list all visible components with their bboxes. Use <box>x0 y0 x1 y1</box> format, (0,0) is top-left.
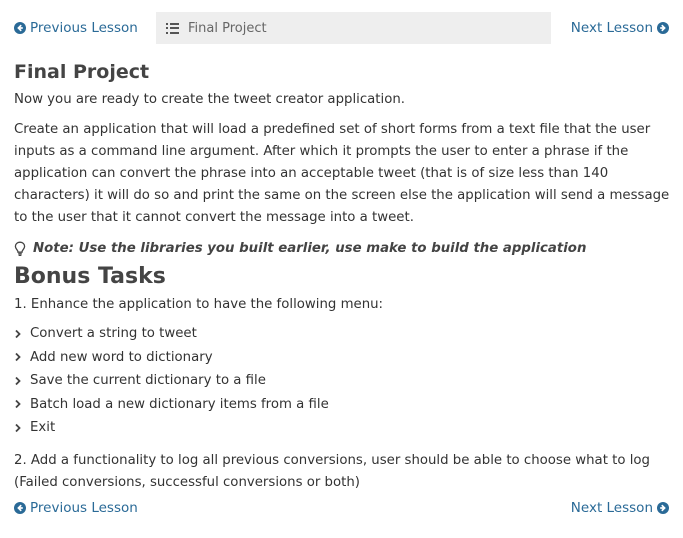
next-lesson-link[interactable]: Next Lesson <box>571 491 669 525</box>
description-paragraph: Create an application that will load a p… <box>14 122 670 225</box>
list-item: Add new word to dictionary <box>14 346 674 370</box>
previous-lesson-label: Previous Lesson <box>30 20 138 36</box>
lightbulb-icon <box>14 241 26 257</box>
arrow-circle-left-icon <box>14 22 26 34</box>
chevron-right-icon <box>15 376 21 385</box>
list-icon <box>166 22 179 34</box>
menu-item-label: Add new word to dictionary <box>30 349 213 365</box>
chevron-right-icon <box>15 400 21 409</box>
page-title: Final Project <box>14 61 150 83</box>
previous-lesson-label: Previous Lesson <box>30 500 138 516</box>
menu-item-label: Batch load a new dictionary items from a… <box>30 396 329 412</box>
lesson-nav-bottom: Previous Lesson Next Lesson <box>0 491 683 525</box>
next-lesson-label: Next Lesson <box>570 500 653 516</box>
menu-item-label: Exit <box>30 420 56 436</box>
list-item: Save the current dictionary to a file <box>14 369 674 393</box>
previous-lesson-link[interactable]: Previous Lesson <box>14 11 138 45</box>
lesson-content: Final Project Now you are ready to creat… <box>14 57 674 494</box>
menu-item-label: Convert a string to tweet <box>30 326 197 342</box>
breadcrumb: Final Project <box>156 12 551 44</box>
bonus-task-1: 1. Enhance the application to have the f… <box>14 297 384 312</box>
chevron-right-icon <box>15 423 21 432</box>
chevron-right-icon <box>15 353 21 362</box>
breadcrumb-current: Final Project <box>188 20 267 36</box>
next-lesson-label: Next Lesson <box>570 20 653 36</box>
list-item: Exit <box>14 416 674 440</box>
note-callout: Note: Use the libraries you built earlie… <box>14 238 674 260</box>
bonus-task-2: 2. Add a functionality to log all previo… <box>14 452 650 490</box>
lesson-nav-top: Previous Lesson Final Project Next Lesso… <box>0 11 683 45</box>
menu-list: Convert a string to tweet Add new word t… <box>14 322 674 440</box>
list-item: Batch load a new dictionary items from a… <box>14 393 674 417</box>
arrow-circle-right-icon <box>657 502 669 514</box>
chevron-right-icon <box>15 329 21 338</box>
next-lesson-link[interactable]: Next Lesson <box>571 11 669 45</box>
menu-item-label: Save the current dictionary to a file <box>30 373 266 389</box>
note-text: Note: Use the libraries you built earlie… <box>33 241 587 256</box>
previous-lesson-link[interactable]: Previous Lesson <box>14 491 138 525</box>
bonus-tasks-heading: Bonus Tasks <box>14 264 166 289</box>
arrow-circle-left-icon <box>14 502 26 514</box>
intro-paragraph: Now you are ready to create the tweet cr… <box>14 92 405 107</box>
arrow-circle-right-icon <box>657 22 669 34</box>
list-item: Convert a string to tweet <box>14 322 674 346</box>
